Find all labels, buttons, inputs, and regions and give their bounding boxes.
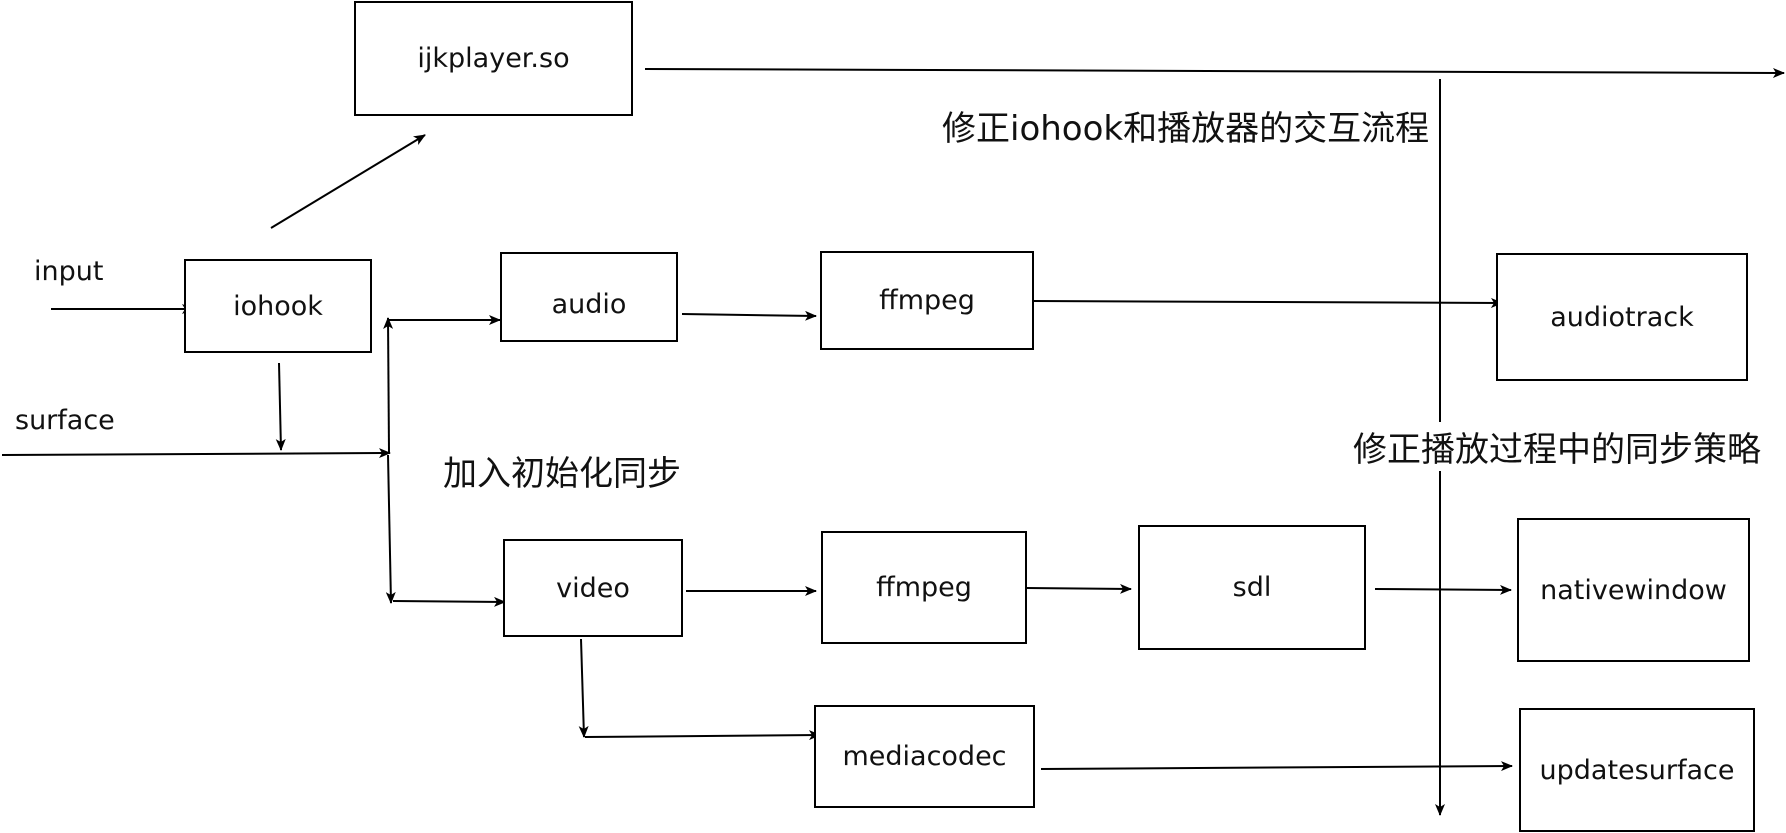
arrow-junction-down [385, 454, 396, 604]
arrow-junction-to-video [392, 596, 506, 607]
audio-node-label: audio [551, 289, 627, 320]
video-node: video [503, 539, 683, 637]
arrow-audio-to-ffmpeg [681, 310, 817, 321]
audio-node: audio [500, 252, 678, 342]
ffmpeg-audio-node: ffmpeg [820, 251, 1034, 350]
arrow-ffmpeg-to-audiotrack [1032, 297, 1503, 308]
mediacodec-node: mediacodec [814, 705, 1035, 808]
fix-sync-policy-label: 修正播放过程中的同步策略 [1353, 422, 1761, 471]
arrow-surface-to-junction [1, 448, 391, 459]
surface-label: surface [15, 405, 115, 436]
arrow-junction-up [383, 317, 394, 453]
updatesurface-node: updatesurface [1519, 708, 1755, 832]
ffmpeg-video-node: ffmpeg [821, 531, 1027, 644]
arrow-iohook-to-ijkplayer [270, 134, 426, 229]
audiotrack-node: audiotrack [1496, 253, 1748, 381]
arrow-ijkplayer-right [644, 67, 1785, 78]
arrow-to-mediacodec [584, 730, 821, 741]
input-label: input [34, 256, 104, 287]
init-sync-label: 加入初始化同步 [443, 446, 681, 495]
arrow-video-down [578, 638, 589, 738]
arrow-iohook-down [275, 362, 286, 451]
fix-interaction-label: 修正iohook和播放器的交互流程 [942, 101, 1430, 150]
iohook-node: iohook [184, 259, 372, 353]
arrow-mediacodec-to-updatesurface [1040, 761, 1513, 772]
nativewindow-node: nativewindow [1517, 518, 1750, 662]
ijkplayer-node: ijkplayer.so [354, 1, 633, 116]
sdl-node: sdl [1138, 525, 1366, 650]
arrow-ffmpeg-to-sdl [1025, 583, 1132, 594]
arrow-sdl-to-nativewindow [1374, 584, 1512, 595]
